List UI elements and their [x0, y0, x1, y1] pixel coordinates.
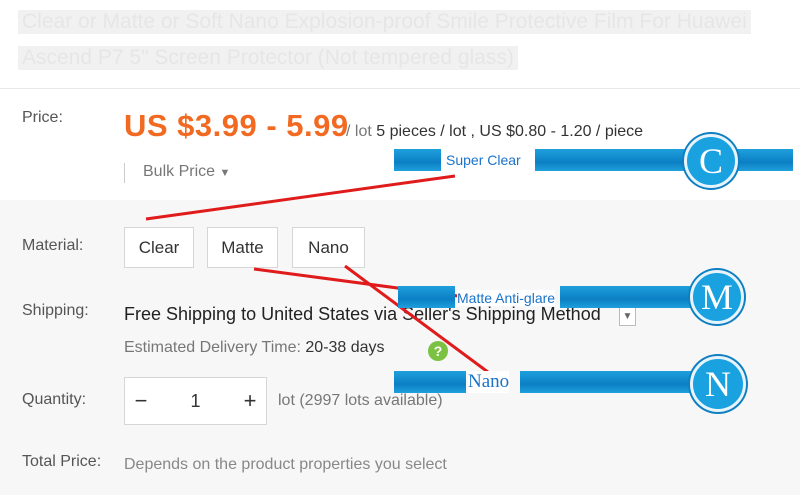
- annotation-m-bar-left: [398, 286, 455, 308]
- annotation-c-badge: C: [684, 134, 738, 188]
- annotation-arrows: [145, 174, 501, 383]
- annotation-n-label: Nano: [468, 371, 510, 393]
- annotation-c-label: Super Clear: [446, 152, 521, 168]
- annotation-c-bar-right: [535, 149, 793, 171]
- annotation-n-badge: N: [690, 356, 746, 412]
- arrow-clear: [145, 174, 456, 221]
- arrow-nano: [344, 264, 501, 383]
- annotation-m-label: Matte Anti-glare: [457, 290, 556, 306]
- annotation-n-bar-left: [394, 371, 466, 393]
- annotation-m-badge: M: [690, 270, 744, 324]
- annotation-c-bar-left: [394, 149, 441, 171]
